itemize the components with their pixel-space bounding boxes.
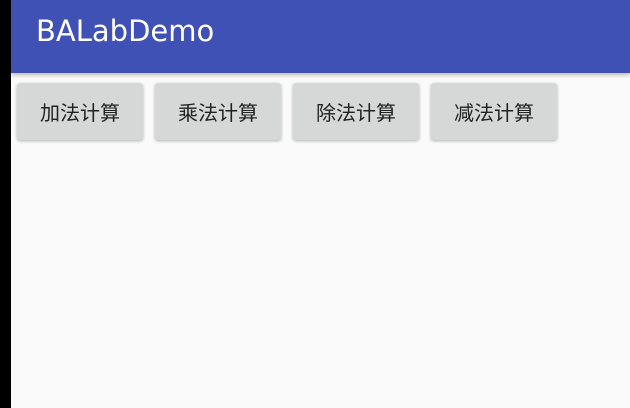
app-title: BALabDemo bbox=[36, 14, 215, 48]
subtraction-button[interactable]: 减法计算 bbox=[431, 83, 557, 140]
app-bar: BALabDemo bbox=[11, 0, 630, 73]
app-screen: BALabDemo 加法计算 乘法计算 除法计算 减法计算 bbox=[11, 0, 630, 408]
multiplication-button[interactable]: 乘法计算 bbox=[155, 83, 281, 140]
button-row: 加法计算 乘法计算 除法计算 减法计算 bbox=[17, 83, 557, 140]
division-button[interactable]: 除法计算 bbox=[293, 83, 419, 140]
addition-button[interactable]: 加法计算 bbox=[17, 83, 143, 140]
